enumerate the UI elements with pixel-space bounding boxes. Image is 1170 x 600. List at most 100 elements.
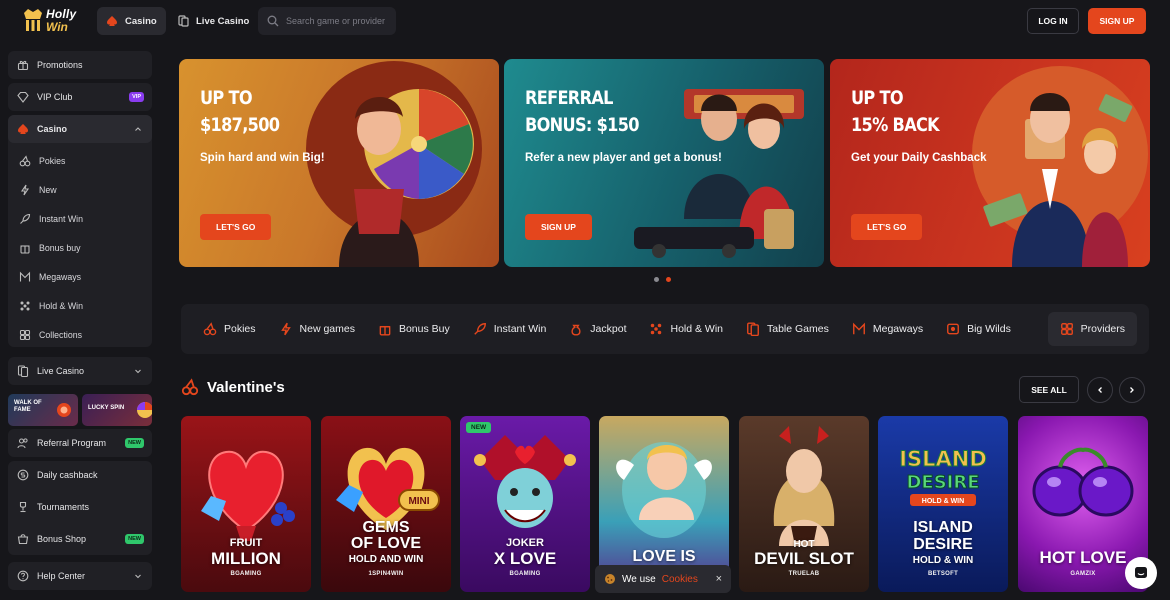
login-button[interactable]: LOG IN [1027, 8, 1079, 34]
category-bonus-buy[interactable]: Bonus Buy [378, 322, 450, 336]
sidebar-item-tournaments[interactable]: Tournaments [8, 493, 152, 521]
tile-walk-of-fame[interactable]: WALK OF FAME [8, 394, 78, 426]
tab-casino[interactable]: Casino [97, 7, 166, 35]
tab-live-casino[interactable]: Live Casino [168, 7, 258, 35]
next-button[interactable] [1119, 377, 1145, 403]
category-label: Instant Win [493, 323, 547, 335]
cookie-link[interactable]: Cookies [662, 574, 698, 585]
collections-icon [19, 329, 31, 341]
tile-lucky-spin[interactable]: LUCKY SPIN [82, 394, 152, 426]
category-megaways[interactable]: Megaways [852, 322, 923, 336]
help-icon [17, 570, 29, 582]
carousel-dot[interactable] [654, 277, 659, 282]
game-card-joker-x-love[interactable]: NEW JOKER X LOVE BGAMING [460, 416, 590, 592]
banner-cta-button[interactable]: LET'S GO [200, 214, 272, 240]
category-hold-win[interactable]: Hold & Win [649, 322, 723, 336]
sidebar-item-live-casino[interactable]: Live Casino [8, 357, 152, 385]
sidebar-item-new[interactable]: New [8, 176, 152, 204]
sidebar-item-vip-club[interactable]: VIP Club VIP [8, 83, 152, 111]
rocket-icon [474, 323, 486, 335]
new-badge: NEW [125, 534, 144, 544]
cards-icon [17, 365, 29, 377]
promo-banner-2[interactable]: REFERRAL BONUS: $150 Refer a new player … [504, 59, 824, 267]
lightning-icon [280, 322, 291, 336]
promo-banner-3[interactable]: UP TO 15% BACK Get your Daily Cashback L… [830, 59, 1150, 267]
island-logo-top: ISLAND [899, 447, 987, 471]
sidebar-item-label: Tournaments [37, 502, 90, 512]
tile-walk-label: WALK OF FAME [14, 400, 42, 414]
banner-art-wheel-girl [306, 61, 482, 267]
spade-icon [18, 124, 28, 134]
game-provider: 1SPIN4WIN [368, 571, 404, 577]
banner-headline: UP TO 15% BACK [851, 87, 940, 136]
island-logo-mid: DESIRE [906, 472, 979, 493]
providers-grid-icon [1060, 323, 1073, 335]
sidebar-item-label: Bonus buy [39, 243, 81, 253]
category-instant-win[interactable]: Instant Win [473, 322, 547, 336]
game-card-gems-of-love[interactable]: MINI GEMS OF LOVE HOLD AND WIN 1SPIN4WIN [321, 416, 451, 592]
sidebar-item-help-center[interactable]: Help Center [8, 562, 152, 590]
game-provider: BGAMING [509, 571, 541, 577]
game-card-island-desire[interactable]: ISLAND DESIRE HOLD & WIN ISLAND DESIRE H… [878, 416, 1008, 592]
banner-headline: UP TO $187,500 [200, 87, 280, 136]
carousel-dots [654, 277, 671, 282]
grid-dots-icon [20, 301, 30, 311]
search-icon [267, 15, 279, 27]
sidebar-item-pokies[interactable]: Pokies [8, 147, 152, 175]
chat-support-button[interactable] [1125, 557, 1157, 589]
sidebar-item-instant-win[interactable]: Instant Win [8, 205, 152, 233]
sidebar-item-casino[interactable]: Casino [8, 115, 152, 143]
chevron-down-icon[interactable] [134, 572, 142, 580]
sidebar-item-label: VIP Club [37, 92, 73, 102]
signup-button[interactable]: SIGN UP [1088, 8, 1146, 34]
banner-cta-button[interactable]: SIGN UP [525, 214, 592, 240]
sidebar-item-label: Live Casino [37, 366, 85, 376]
cards-icon [747, 322, 759, 336]
search-placeholder: Search game or provider [286, 16, 386, 26]
sidebar-item-bonus-buy[interactable]: Bonus buy [8, 234, 152, 262]
prev-button[interactable] [1087, 377, 1113, 403]
joker-art [474, 435, 576, 528]
hollywin-logo[interactable]: Holly Win [20, 5, 82, 37]
vip-badge: VIP [129, 92, 144, 102]
sidebar-item-bonus-shop[interactable]: Bonus Shop NEW [8, 525, 152, 553]
sidebar-item-hold-win[interactable]: Hold & Win [8, 292, 152, 320]
logo-text-win: Win [46, 20, 68, 34]
game-title-line3: HOLD AND WIN [348, 554, 424, 565]
category-table-games[interactable]: Table Games [746, 322, 829, 336]
megaways-icon [19, 271, 31, 282]
promo-banner-1[interactable]: UP TO $187,500 Spin hard and win Big! LE… [179, 59, 499, 267]
sidebar-item-label: Casino [37, 124, 68, 134]
category-jackpot[interactable]: Jackpot [569, 322, 626, 336]
cards-icon [178, 15, 189, 27]
sidebar-item-promotions[interactable]: Promotions [8, 51, 152, 79]
plum-art [1032, 447, 1134, 517]
sidebar-item-referral-program[interactable]: Referral Program NEW [8, 429, 152, 457]
category-label: New games [299, 323, 355, 335]
banner-cta-button[interactable]: LET'S GO [851, 214, 923, 240]
cookie-close-button[interactable]: × [716, 573, 722, 585]
game-title-line1: LOVE IS [632, 548, 696, 565]
chevron-down-icon[interactable] [134, 367, 142, 375]
cookie-icon [605, 574, 615, 584]
sidebar-item-label: Promotions [37, 60, 83, 70]
carousel-dot-active[interactable] [666, 277, 671, 282]
sidebar-item-daily-cashback[interactable]: Daily cashback [8, 461, 152, 489]
category-pokies[interactable]: Pokies [203, 322, 256, 336]
sidebar-item-megaways[interactable]: Megaways [8, 263, 152, 291]
see-all-button[interactable]: SEE ALL [1019, 376, 1079, 403]
providers-button[interactable]: Providers [1047, 312, 1137, 346]
sidebar-item-collections[interactable]: Collections [8, 321, 152, 349]
chevron-up-icon[interactable] [134, 125, 142, 133]
category-big-wilds[interactable]: Big Wilds [946, 322, 1011, 336]
category-new-games[interactable]: New games [279, 322, 355, 336]
cherries-icon [19, 155, 31, 167]
game-card-hot-devil-slot[interactable]: HOT DEVIL SLOT TRUELAB [739, 416, 869, 592]
rocket-icon [20, 213, 31, 224]
banner-subtext: Get your Daily Cashback [851, 152, 987, 164]
game-card-fruit-million[interactable]: FRUIT MILLION BGAMING [181, 416, 311, 592]
chat-icon [1135, 567, 1147, 578]
search-input[interactable]: Search game or provider [258, 7, 396, 35]
cupid-art [616, 442, 712, 538]
sidebar-item-label: Collections [39, 330, 83, 340]
